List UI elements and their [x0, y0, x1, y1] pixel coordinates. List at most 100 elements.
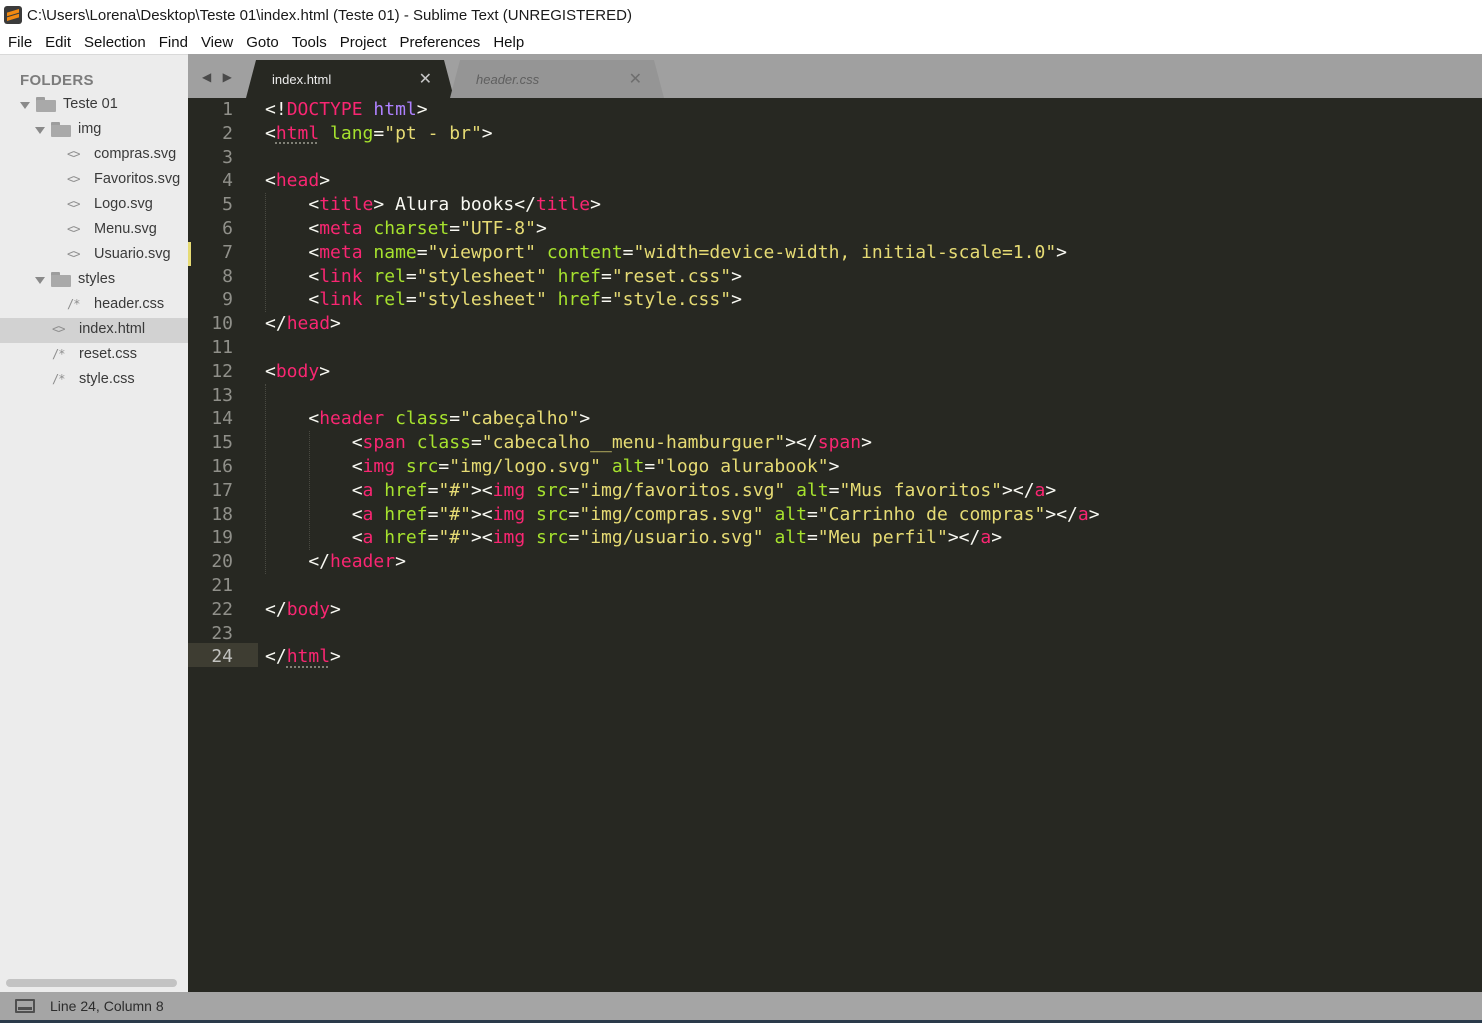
- sidebar-folder[interactable]: img: [0, 118, 188, 143]
- close-icon[interactable]: ✕: [629, 69, 642, 89]
- sidebar-file[interactable]: /* reset.css: [0, 343, 188, 368]
- menu-preferences[interactable]: Preferences: [399, 34, 480, 51]
- code-line[interactable]: 12 <body>: [188, 360, 1482, 384]
- chevron-down-icon[interactable]: [35, 127, 45, 134]
- code-text: <header class="cabeçalho">: [265, 407, 590, 431]
- code-token: src: [536, 527, 569, 549]
- code-text: <meta name="viewport" content="width=dev…: [265, 241, 1067, 265]
- code-editor[interactable]: 1 <!DOCTYPE html> 2 <html lang="pt - br"> 3 4…: [188, 98, 1482, 992]
- chevron-down-icon[interactable]: [35, 277, 45, 284]
- code-token: =: [568, 479, 580, 501]
- sidebar-scrollbar[interactable]: [6, 979, 177, 987]
- line-number: 16: [211, 455, 233, 477]
- file-label: reset.css: [79, 346, 138, 362]
- code-token: <: [265, 503, 363, 525]
- sidebar-file[interactable]: /* style.css: [0, 368, 188, 393]
- code-line[interactable]: 2 <html lang="pt - br">: [188, 122, 1482, 146]
- code-line[interactable]: 14 <header class="cabeçalho">: [188, 407, 1482, 431]
- line-number: 19: [211, 527, 233, 549]
- code-token: a: [362, 527, 374, 549]
- sidebar: FOLDERS Teste 01 img <> compras.svg <> Favori…: [0, 54, 188, 992]
- code-line[interactable]: 1 <!DOCTYPE html>: [188, 98, 1482, 122]
- code-token: >: [861, 432, 872, 454]
- line-number: 6: [222, 217, 233, 239]
- folder-icon: [51, 272, 71, 287]
- code-line[interactable]: 20 </header>: [188, 550, 1482, 574]
- menu-edit[interactable]: Edit: [45, 34, 71, 51]
- code-line[interactable]: 22 </body>: [188, 598, 1482, 622]
- code-line[interactable]: 21: [188, 574, 1482, 598]
- code-token: >: [731, 289, 742, 311]
- code-line[interactable]: 16 <img src="img/logo.svg" alt="logo alu…: [188, 455, 1482, 479]
- sidebar-file[interactable]: <> Menu.svg: [0, 218, 188, 243]
- close-icon[interactable]: ✕: [419, 69, 432, 89]
- code-line[interactable]: 18 <a href="#"><img src="img/compras.svg…: [188, 503, 1482, 527]
- code-token: ><: [470, 503, 493, 525]
- code-line[interactable]: 23: [188, 622, 1482, 646]
- code-token: "#": [438, 527, 471, 549]
- menu-project[interactable]: Project: [340, 34, 387, 51]
- line-number: 1: [222, 99, 233, 120]
- line-number: 9: [222, 289, 233, 311]
- code-line[interactable]: 7 <meta name="viewport" content="width=d…: [188, 241, 1482, 265]
- code-lines: 1 <!DOCTYPE html> 2 <html lang="pt - br"> 3 4…: [188, 98, 1482, 669]
- code-token: charset: [373, 217, 450, 239]
- menu-find[interactable]: Find: [159, 34, 188, 51]
- code-token: ><: [470, 527, 493, 549]
- sidebar-folder[interactable]: Teste 01: [0, 93, 188, 118]
- markup-file-icon: <>: [67, 197, 80, 211]
- code-token: name: [373, 241, 417, 263]
- tab-nav-arrows-icon[interactable]: ◀ ▶: [202, 70, 236, 84]
- menu-view[interactable]: View: [201, 34, 233, 51]
- sidebar-file[interactable]: <> compras.svg: [0, 143, 188, 168]
- code-line[interactable]: 19 <a href="#"><img src="img/usuario.svg…: [188, 526, 1482, 550]
- code-line[interactable]: 10 </head>: [188, 312, 1482, 336]
- code-line[interactable]: 24 </html>: [188, 645, 1482, 669]
- menu-tools[interactable]: Tools: [292, 34, 327, 51]
- code-token: =: [644, 455, 656, 477]
- code-line[interactable]: 6 <meta charset="UTF-8">: [188, 217, 1482, 241]
- sidebar-file[interactable]: <> Logo.svg: [0, 193, 188, 218]
- code-token: head: [286, 313, 331, 335]
- code-token: span: [362, 432, 406, 454]
- code-line[interactable]: 9 <link rel="stylesheet" href="style.css…: [188, 288, 1482, 312]
- code-line[interactable]: 8 <link rel="stylesheet" href="reset.css…: [188, 265, 1482, 289]
- menu-help[interactable]: Help: [493, 34, 524, 51]
- chevron-down-icon[interactable]: [20, 102, 30, 109]
- panel-toggle-icon[interactable]: [15, 999, 35, 1013]
- code-token: =: [449, 217, 461, 239]
- code-token: DOCTYPE: [286, 99, 363, 120]
- line-number: 3: [222, 146, 233, 168]
- code-token: content: [546, 241, 623, 263]
- code-token: header: [330, 551, 396, 573]
- code-line[interactable]: 3: [188, 146, 1482, 170]
- tab-index-html[interactable]: index.html ✕: [246, 60, 454, 98]
- window-title: C:\Users\Lorena\Desktop\Teste 01\index.h…: [27, 6, 632, 24]
- code-line[interactable]: 15 <span class="cabecalho__menu-hamburgu…: [188, 431, 1482, 455]
- sidebar-file[interactable]: /* header.css: [0, 293, 188, 318]
- code-line[interactable]: 4 <head>: [188, 169, 1482, 193]
- sidebar-file[interactable]: <> index.html: [0, 318, 188, 343]
- menu-file[interactable]: File: [8, 34, 32, 51]
- code-line[interactable]: 5 <title> Alura books</title>: [188, 193, 1482, 217]
- sidebar-file[interactable]: <> Favoritos.svg: [0, 168, 188, 193]
- file-label: style.css: [79, 371, 135, 387]
- tab-header-css[interactable]: header.css ✕: [450, 60, 664, 98]
- code-line[interactable]: 17 <a href="#"><img src="img/favoritos.s…: [188, 479, 1482, 503]
- code-token: html: [286, 646, 331, 668]
- code-line[interactable]: 11: [188, 336, 1482, 360]
- code-token: a: [362, 479, 374, 501]
- sidebar-folder[interactable]: styles: [0, 268, 188, 293]
- menu-goto[interactable]: Goto: [246, 34, 279, 51]
- code-line[interactable]: 13: [188, 384, 1482, 408]
- code-token: <: [265, 241, 320, 263]
- folder-label: img: [78, 121, 102, 137]
- code-token: src: [405, 455, 439, 477]
- sidebar-file[interactable]: <> Usuario.svg: [0, 243, 188, 268]
- menu-selection[interactable]: Selection: [84, 34, 146, 51]
